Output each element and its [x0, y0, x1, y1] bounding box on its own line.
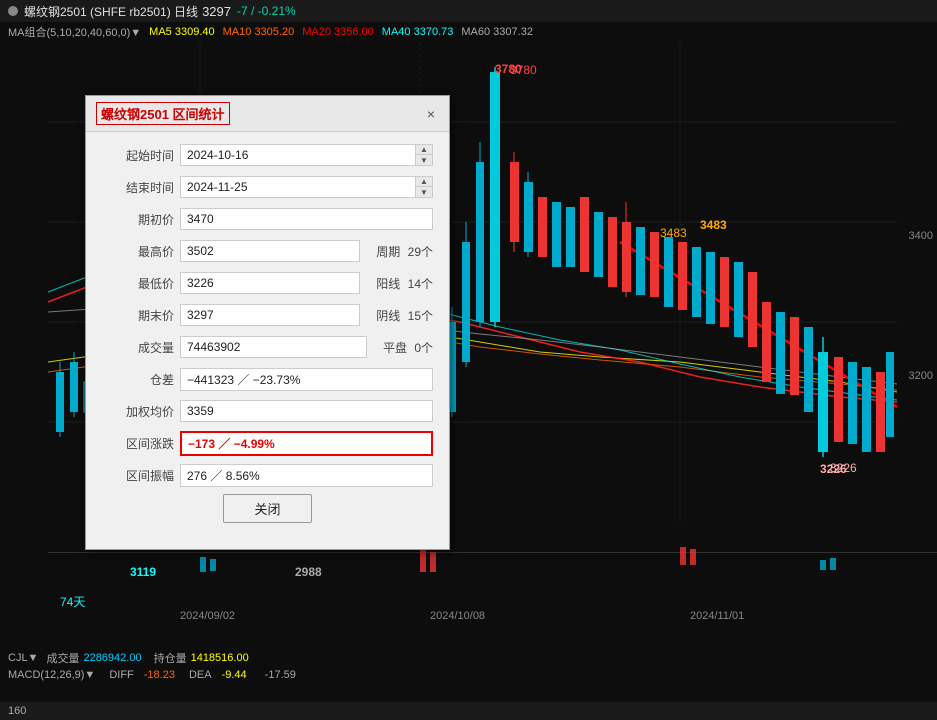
- date-label-sep: 2024/09/02: [180, 610, 235, 622]
- jiaquan-label: 加权均价: [102, 403, 174, 420]
- pingpan-stat: 平盘 0个: [383, 339, 433, 356]
- price-change: -7 / -0.21%: [237, 4, 296, 18]
- zuigaojia-row: 最高价 3502 周期 29个: [102, 238, 433, 264]
- zuidijia-row: 最低价 3226 阳线 14个: [102, 270, 433, 296]
- qichujia-value: 3470: [180, 208, 433, 230]
- macd-label[interactable]: MACD(12,26,9)▼: [8, 669, 95, 681]
- chichang-value: 1418516.00: [191, 652, 249, 664]
- cjl-bar: CJL▼ 成交量 2286942.00 持仓量 1418516.00: [0, 650, 937, 666]
- chengjiao-value: 2286942.00: [83, 652, 141, 664]
- diff-label: DIFF: [109, 669, 133, 681]
- zhangjie-row: 区间涨跌 −173 ／ −4.99%: [102, 430, 433, 456]
- start-time-up[interactable]: ▲: [416, 145, 432, 155]
- chichang-label: 持仓量: [154, 650, 187, 666]
- ma40-label: MA40 3370.73: [382, 26, 454, 38]
- qichujia-row: 期初价 3470: [102, 206, 433, 232]
- end-time-down[interactable]: ▼: [416, 187, 432, 197]
- ma5-label: MA5 3309.40: [149, 26, 214, 38]
- bottom-bar: 160: [0, 702, 937, 720]
- zhangjie-value: −173 ／ −4.99%: [180, 431, 433, 456]
- ma10-label: MA10 3305.20: [223, 26, 295, 38]
- top-bar: 螺纹钢2501 (SHFE rb2501) 日线 3297 -7 / -0.21…: [0, 0, 937, 22]
- ma20-label: MA20 3356.00: [302, 26, 374, 38]
- status-text: 160: [8, 705, 26, 717]
- dialog-footer: 关闭: [102, 494, 433, 535]
- end-time-input[interactable]: 2024-11-25: [180, 176, 416, 198]
- ma-bar: MA组合(5,10,20,40,60,0)▼ MA5 3309.40 MA10 …: [0, 22, 937, 42]
- dea-value: -9.44: [222, 669, 247, 681]
- start-time-row: 起始时间 2024-10-16 ▲ ▼: [102, 142, 433, 168]
- cangcha-value: −441323 ／ −23.73%: [180, 368, 433, 391]
- zhangjie-label: 区间涨跌: [102, 435, 174, 452]
- price-3780-label: 3780: [495, 62, 522, 76]
- cjl-label[interactable]: CJL▼: [8, 652, 38, 664]
- current-price: 3297: [202, 4, 231, 19]
- date-label-oct: 2024/10/08: [430, 610, 485, 622]
- end-time-label: 结束时间: [102, 179, 174, 196]
- dea-label: DEA: [189, 669, 212, 681]
- end-time-row: 结束时间 2024-11-25 ▲ ▼: [102, 174, 433, 200]
- price-2988-label: 2988: [295, 565, 322, 579]
- zuigaojia-label: 最高价: [102, 243, 174, 260]
- macd-bar: MACD(12,26,9)▼ DIFF -18.23 DEA -9.44 -17…: [0, 666, 937, 684]
- end-time-spinners: ▲ ▼: [416, 176, 433, 198]
- window-title: 螺纹钢2501 (SHFE rb2501) 日线: [24, 3, 198, 20]
- zuigaojia-value: 3502: [180, 240, 360, 262]
- price-3483-label: 3483: [700, 218, 727, 232]
- start-time-down[interactable]: ▼: [416, 155, 432, 165]
- day-count-label: 74天: [60, 593, 85, 610]
- dialog-title-bar: 螺纹钢2501 区间统计 ×: [86, 96, 449, 132]
- cangcha-row: 仓差 −441323 ／ −23.73%: [102, 366, 433, 392]
- jiaquan-row: 加权均价 3359: [102, 398, 433, 424]
- yangxian-stat: 阳线 14个: [376, 275, 433, 292]
- end-time-input-wrapper: 2024-11-25 ▲ ▼: [180, 176, 433, 198]
- dialog-title: 螺纹钢2501 区间统计: [96, 102, 230, 125]
- qimojia-label: 期末价: [102, 307, 174, 324]
- qichujia-label: 期初价: [102, 211, 174, 228]
- start-time-input[interactable]: 2024-10-16: [180, 144, 416, 166]
- date-label-nov: 2024/11/01: [690, 610, 744, 622]
- close-dialog-button[interactable]: 关闭: [223, 494, 311, 523]
- chengjiaoliang-label: 成交量: [102, 339, 174, 356]
- zuidijia-label: 最低价: [102, 275, 174, 292]
- price-3226-label: 3226: [820, 462, 847, 476]
- jiaquan-value: 3359: [180, 400, 433, 422]
- qimojia-value: 3297: [180, 304, 360, 326]
- chengjiaoliang-row: 成交量 74463902 平盘 0个: [102, 334, 433, 360]
- zhenfu-row: 区间振幅 276 ／ 8.56%: [102, 462, 433, 488]
- ma-label[interactable]: MA组合(5,10,20,40,60,0)▼: [8, 24, 141, 40]
- diff-value: -18.23: [144, 669, 175, 681]
- chengjiaoliang-value: 74463902: [180, 336, 367, 358]
- statistics-dialog: 螺纹钢2501 区间统计 × 起始时间 2024-10-16 ▲ ▼: [85, 95, 450, 550]
- macd-histogram-val: -17.59: [265, 669, 296, 681]
- ma60-label: MA60 3307.32: [461, 26, 533, 38]
- price-3119-label: 3119: [130, 565, 156, 579]
- start-time-label: 起始时间: [102, 147, 174, 164]
- zhenfu-label: 区间振幅: [102, 467, 174, 484]
- status-indicator: [8, 6, 18, 16]
- start-time-input-wrapper: 2024-10-16 ▲ ▼: [180, 144, 433, 166]
- start-time-spinners: ▲ ▼: [416, 144, 433, 166]
- cangcha-label: 仓差: [102, 371, 174, 388]
- zhenfu-value: 276 ／ 8.56%: [180, 464, 433, 487]
- end-time-up[interactable]: ▲: [416, 177, 432, 187]
- dialog-body: 起始时间 2024-10-16 ▲ ▼ 结束时间 2024-11-25: [86, 132, 449, 549]
- zhouqi-stat: 周期 29个: [376, 243, 433, 260]
- dialog-close-button[interactable]: ×: [423, 106, 439, 122]
- yinxian-stat: 阴线 15个: [376, 307, 433, 324]
- chengjiao-label: 成交量: [46, 650, 79, 666]
- qimojia-row: 期末价 3297 阴线 15个: [102, 302, 433, 328]
- zuidijia-value: 3226: [180, 272, 360, 294]
